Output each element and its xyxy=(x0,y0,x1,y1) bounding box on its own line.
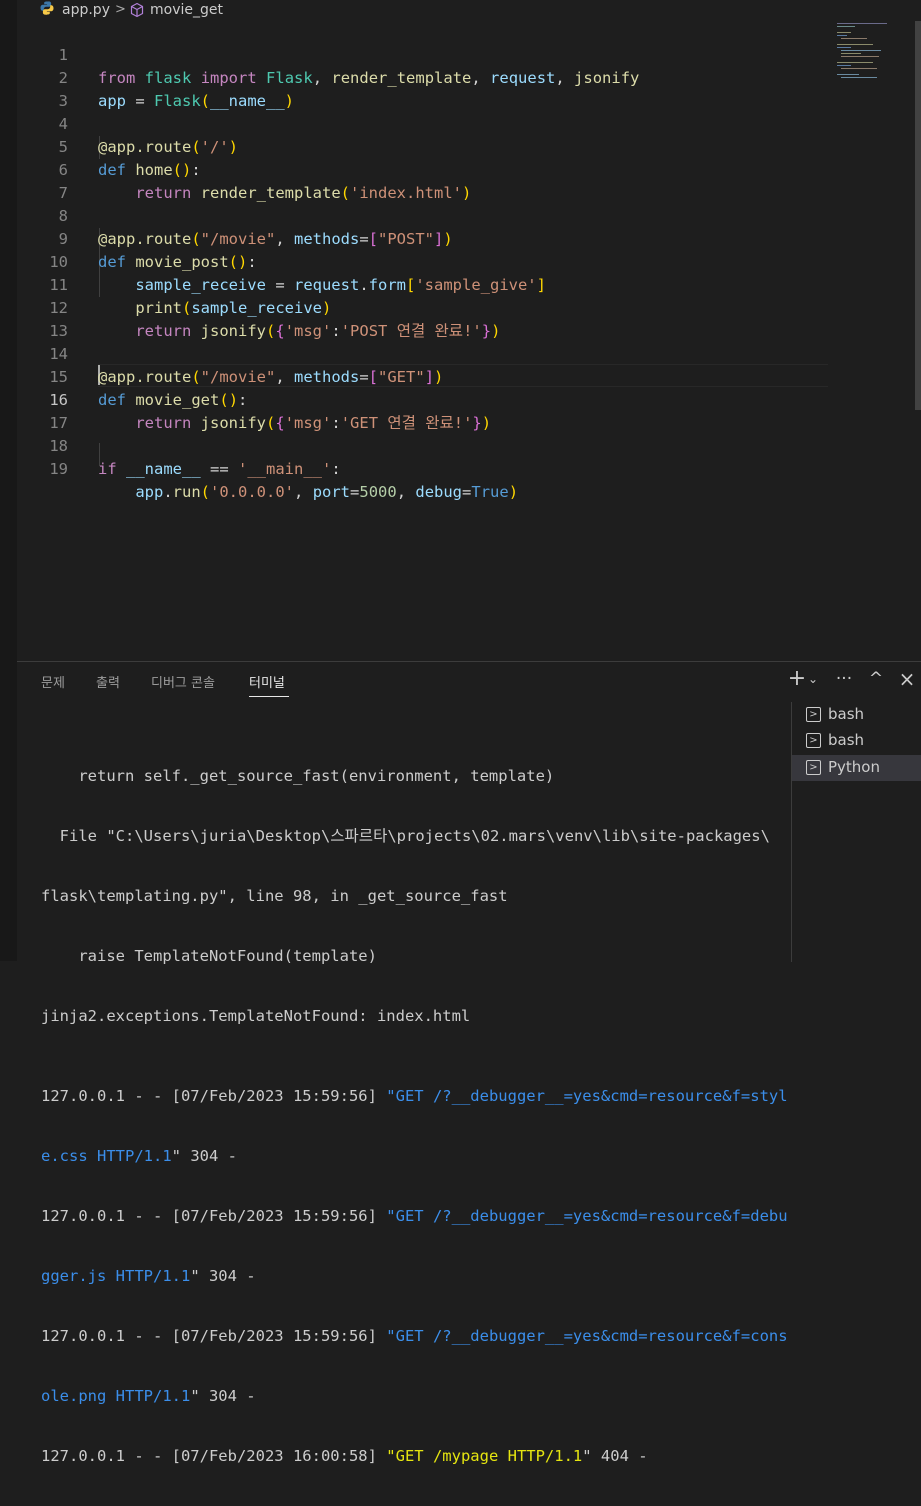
log-line-wrap: ole.png HTTP/1.1" 304 - xyxy=(41,1387,256,1405)
terminal-icon: > xyxy=(806,760,821,775)
code-line: 19 app.run('0.0.0.0', port=5000, debug=T… xyxy=(17,435,829,501)
log-line: 127.0.0.1 - - [07/Feb/2023 15:59:56] "GE… xyxy=(41,1087,788,1105)
code-line: 6 return render_template('index.html') xyxy=(17,136,829,202)
code-line: 3 xyxy=(17,67,829,110)
terminal-list: > bash > bash > Python xyxy=(791,702,921,962)
code-editor[interactable]: 1 from flask import Flask, render_templa… xyxy=(17,21,921,660)
tab-terminal[interactable]: 터미널 xyxy=(249,672,285,691)
log-line-wrap: gger.js HTTP/1.1" 304 - xyxy=(41,1267,256,1285)
terminal-line: raise TemplateNotFound(template) xyxy=(41,947,377,965)
log-line: 127.0.0.1 - - [07/Feb/2023 15:59:56] "GE… xyxy=(41,1327,788,1345)
log-line: 127.0.0.1 - - [07/Feb/2023 16:00:58] "GE… xyxy=(41,1447,648,1465)
code-line: 15 def movie_get(): xyxy=(17,343,829,409)
log-line: 127.0.0.1 - - [07/Feb/2023 15:59:56] "GE… xyxy=(41,1207,788,1225)
code-line: 9 def movie_post(): xyxy=(17,205,829,271)
code-line: 14 @app.route("/movie", methods=["GET"]) xyxy=(17,320,829,386)
code-line: 4 @app.route('/') xyxy=(17,90,829,156)
breadcrumb-separator: > xyxy=(115,2,126,17)
terminal-icon: > xyxy=(806,733,821,748)
terminal-line: flask\templating.py", line 98, in _get_s… xyxy=(41,887,508,905)
terminal-item-bash[interactable]: > bash xyxy=(792,702,921,728)
code-line: 2 app = Flask(__name__) xyxy=(17,44,829,110)
code-line: 5 def home(): xyxy=(17,113,829,179)
more-actions-icon[interactable]: ··· xyxy=(833,668,855,690)
minimap[interactable] xyxy=(835,21,921,91)
add-terminal-icon[interactable]: + xyxy=(786,668,808,690)
tab-problems[interactable]: 문제 xyxy=(41,672,65,691)
close-panel-icon[interactable]: × xyxy=(896,668,918,690)
code-line: 11 print(sample_receive) xyxy=(17,251,829,317)
code-line: 10 sample_receive = request.form['sample… xyxy=(17,228,829,294)
python-icon xyxy=(40,1,54,15)
terminal-icon: > xyxy=(806,707,821,722)
breadcrumb-file[interactable]: app.py xyxy=(62,0,110,20)
bottom-panel: 문제 출력 디버그 콘솔 터미널 + ⌄ ··· ^ × return self… xyxy=(17,661,921,1465)
terminal-item-bash[interactable]: > bash xyxy=(792,728,921,754)
code-line: 18 if __name__ == '__main__': xyxy=(17,412,829,478)
terminal-item-python[interactable]: > Python xyxy=(792,755,921,781)
code-line: 12 return jsonify({'msg':'POST 연결 완료!'}) xyxy=(17,274,829,340)
line-number: 19 xyxy=(49,460,68,478)
activity-marker xyxy=(0,90,6,100)
code-line: 7 xyxy=(17,159,829,202)
maximize-panel-icon[interactable]: ^ xyxy=(865,668,887,690)
tab-output[interactable]: 출력 xyxy=(96,672,120,691)
code-line: 1 from flask import Flask, render_templa… xyxy=(17,21,829,87)
code-line: 13 xyxy=(17,297,829,340)
chevron-down-icon[interactable]: ⌄ xyxy=(806,668,820,690)
code-line: 8 @app.route("/movie", methods=["POST"]) xyxy=(17,182,829,248)
editor-scrollbar[interactable] xyxy=(915,21,921,410)
code-line-active: 16 return jsonify({'msg':'GET 연결 완료!'}) xyxy=(17,366,829,432)
terminal-output[interactable]: return self._get_source_fast(environment… xyxy=(41,726,791,1506)
tab-debug-console[interactable]: 디버그 콘솔 xyxy=(151,672,215,691)
breadcrumb: app.py > movie_get xyxy=(17,0,921,20)
terminal-line: return self._get_source_fast(environment… xyxy=(41,767,555,785)
terminal-line: File "C:\Users\juria\Desktop\스파르타\projec… xyxy=(41,827,770,845)
log-line-wrap: e.css HTTP/1.1" 304 - xyxy=(41,1147,237,1165)
method-cube-icon xyxy=(130,2,144,18)
activity-bar xyxy=(0,0,17,961)
breadcrumb-symbol[interactable]: movie_get xyxy=(150,0,223,20)
terminal-line: jinja2.exceptions.TemplateNotFound: inde… xyxy=(41,1007,471,1025)
code-line: 17 xyxy=(17,389,829,432)
active-tab-indicator xyxy=(249,696,289,697)
